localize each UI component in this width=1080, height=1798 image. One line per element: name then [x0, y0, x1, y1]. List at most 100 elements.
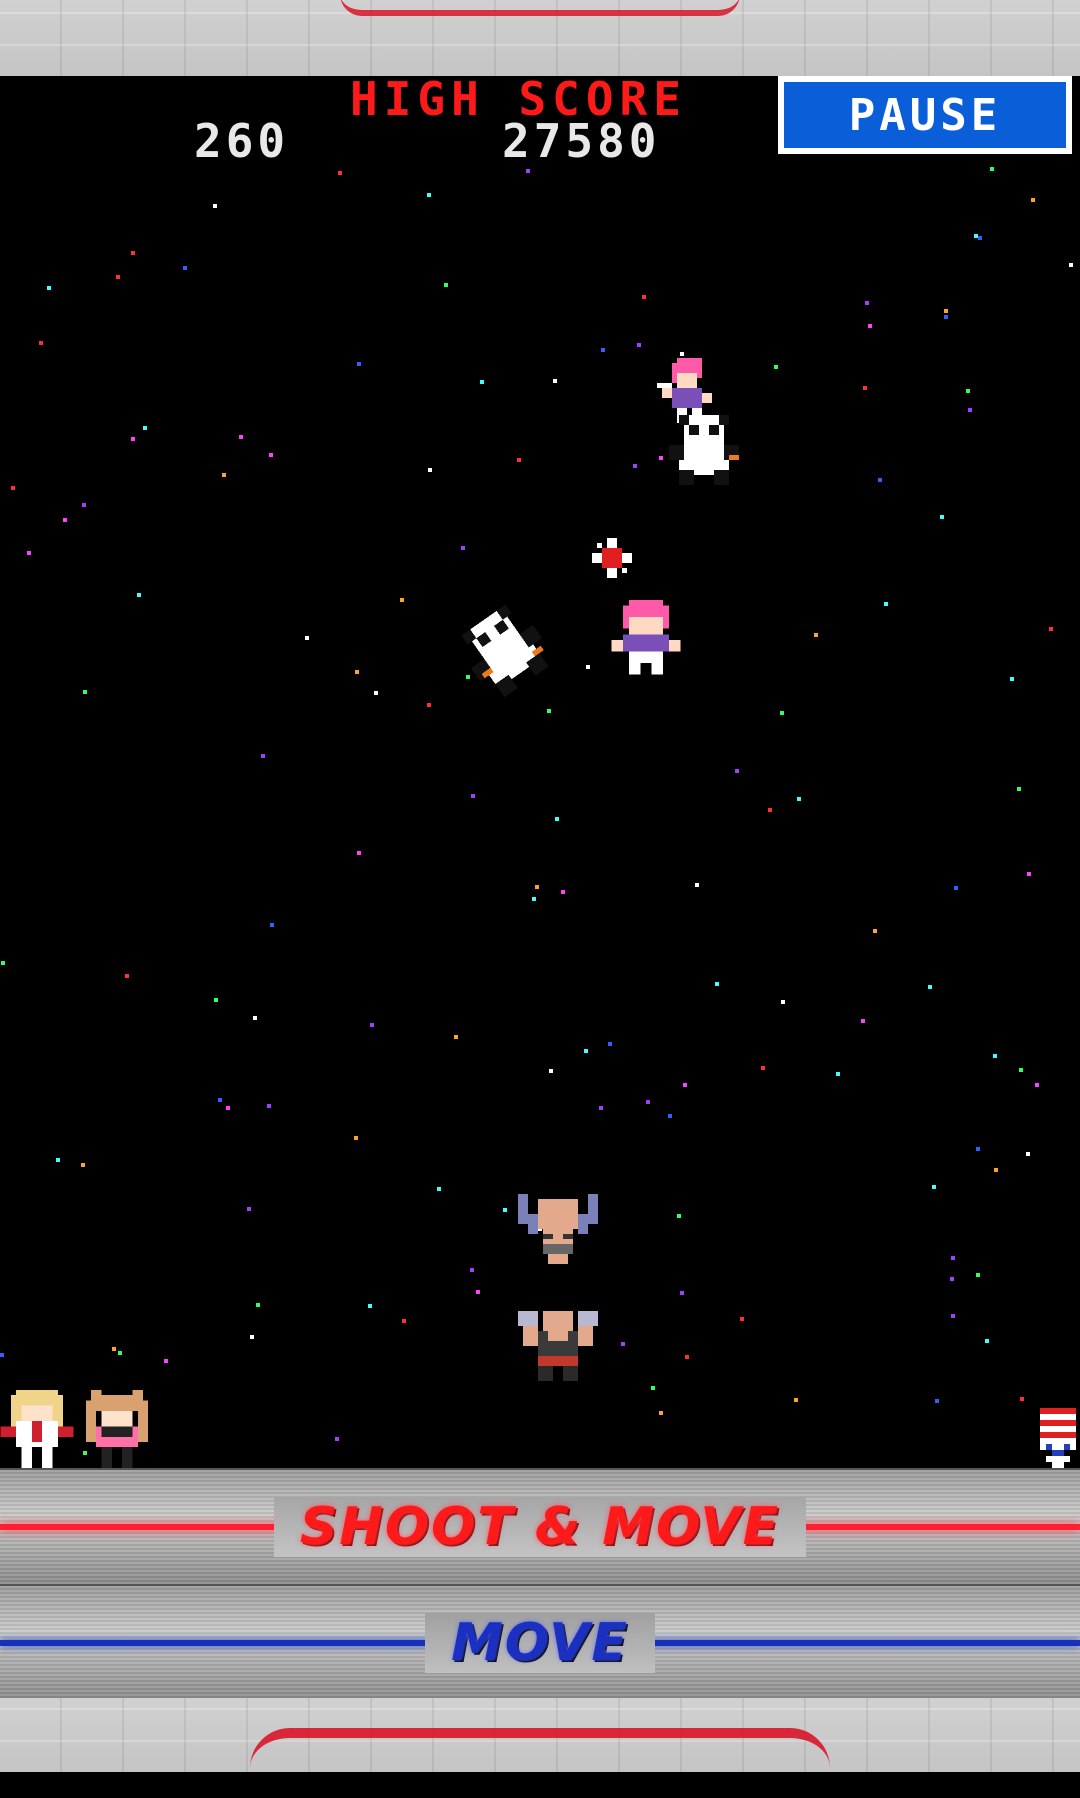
bottom-metal-frame: [0, 1698, 1080, 1772]
star: [427, 703, 431, 707]
star: [586, 665, 590, 669]
star: [683, 1083, 687, 1087]
star: [935, 1399, 939, 1403]
star: [131, 437, 135, 441]
star: [357, 362, 361, 366]
star: [213, 204, 217, 208]
star: [780, 711, 784, 715]
star: [370, 1023, 374, 1027]
star: [357, 851, 361, 855]
star: [116, 275, 120, 279]
bottom-red-accent: [250, 1728, 830, 1798]
star: [547, 709, 551, 713]
star: [944, 309, 948, 313]
star: [950, 1277, 954, 1281]
star: [774, 365, 778, 369]
star: [164, 1359, 168, 1363]
shoot-label-backdrop: SHOOT & MOVE: [273, 1497, 807, 1557]
star: [637, 343, 641, 347]
star: [735, 769, 739, 773]
star: [873, 929, 877, 933]
star: [1010, 677, 1014, 681]
star: [428, 468, 432, 472]
star: [994, 1168, 998, 1172]
star: [680, 352, 684, 356]
star: [427, 193, 431, 197]
star: [985, 1339, 989, 1343]
star: [368, 1304, 372, 1308]
star: [668, 1114, 672, 1118]
star: [868, 324, 872, 328]
star: [532, 897, 536, 901]
player-fighter[interactable]: [518, 1306, 598, 1386]
move-label-backdrop: MOVE: [425, 1613, 655, 1673]
star: [553, 379, 557, 383]
star: [131, 251, 135, 255]
star: [680, 1291, 684, 1295]
star: [1049, 627, 1053, 631]
star: [218, 1098, 222, 1102]
star: [951, 1314, 955, 1318]
star: [599, 1106, 603, 1110]
star: [454, 1035, 458, 1039]
panda-enemy-diving: [461, 604, 549, 698]
star: [305, 636, 309, 640]
top-red-accent: [340, 0, 740, 16]
star: [878, 478, 882, 482]
panda-enemy: [669, 415, 739, 485]
star: [338, 171, 342, 175]
star: [1019, 1068, 1023, 1072]
star: [555, 817, 559, 821]
star: [1026, 1152, 1030, 1156]
star: [549, 1069, 553, 1073]
star: [621, 1342, 625, 1346]
star: [608, 1042, 612, 1046]
star: [715, 982, 719, 986]
star: [646, 1100, 650, 1104]
game-playfield: HIGH SCORE 260 27580 PAUSE: [0, 76, 1080, 1468]
star: [47, 286, 51, 290]
star: [814, 633, 818, 637]
star: [27, 551, 31, 555]
star: [966, 389, 970, 393]
star: [402, 1319, 406, 1323]
star: [82, 503, 86, 507]
star: [250, 1335, 254, 1339]
move-label: MOVE: [451, 1613, 629, 1673]
star: [437, 1187, 441, 1191]
enemy-bullet: [592, 538, 632, 578]
star: [954, 886, 958, 890]
pink-haired-girl-enemy-2: [611, 600, 681, 675]
star: [863, 386, 867, 390]
star: [940, 515, 944, 519]
current-score: 260: [194, 114, 290, 168]
star: [951, 1256, 955, 1260]
star: [535, 885, 539, 889]
star: [143, 426, 147, 430]
move-control[interactable]: MOVE: [0, 1584, 1080, 1702]
star: [470, 1268, 474, 1272]
star: [183, 266, 187, 270]
star: [461, 546, 465, 550]
star: [83, 690, 87, 694]
pause-button[interactable]: PAUSE: [778, 76, 1072, 154]
star: [125, 974, 129, 978]
star: [517, 458, 521, 462]
star: [928, 985, 932, 989]
shoot-and-move-control[interactable]: SHOOT & MOVE: [0, 1468, 1080, 1586]
star: [781, 1000, 785, 1004]
star: [797, 797, 801, 801]
star: [976, 1147, 980, 1151]
star: [659, 456, 663, 460]
star: [1017, 787, 1021, 791]
star: [768, 808, 772, 812]
star: [978, 236, 982, 240]
star: [1031, 198, 1035, 202]
star: [374, 691, 378, 695]
star: [990, 167, 994, 171]
star: [659, 1411, 663, 1415]
life-icon-blonde-girl: [0, 1390, 74, 1468]
star: [355, 670, 359, 674]
star: [526, 169, 530, 173]
star: [444, 283, 448, 287]
